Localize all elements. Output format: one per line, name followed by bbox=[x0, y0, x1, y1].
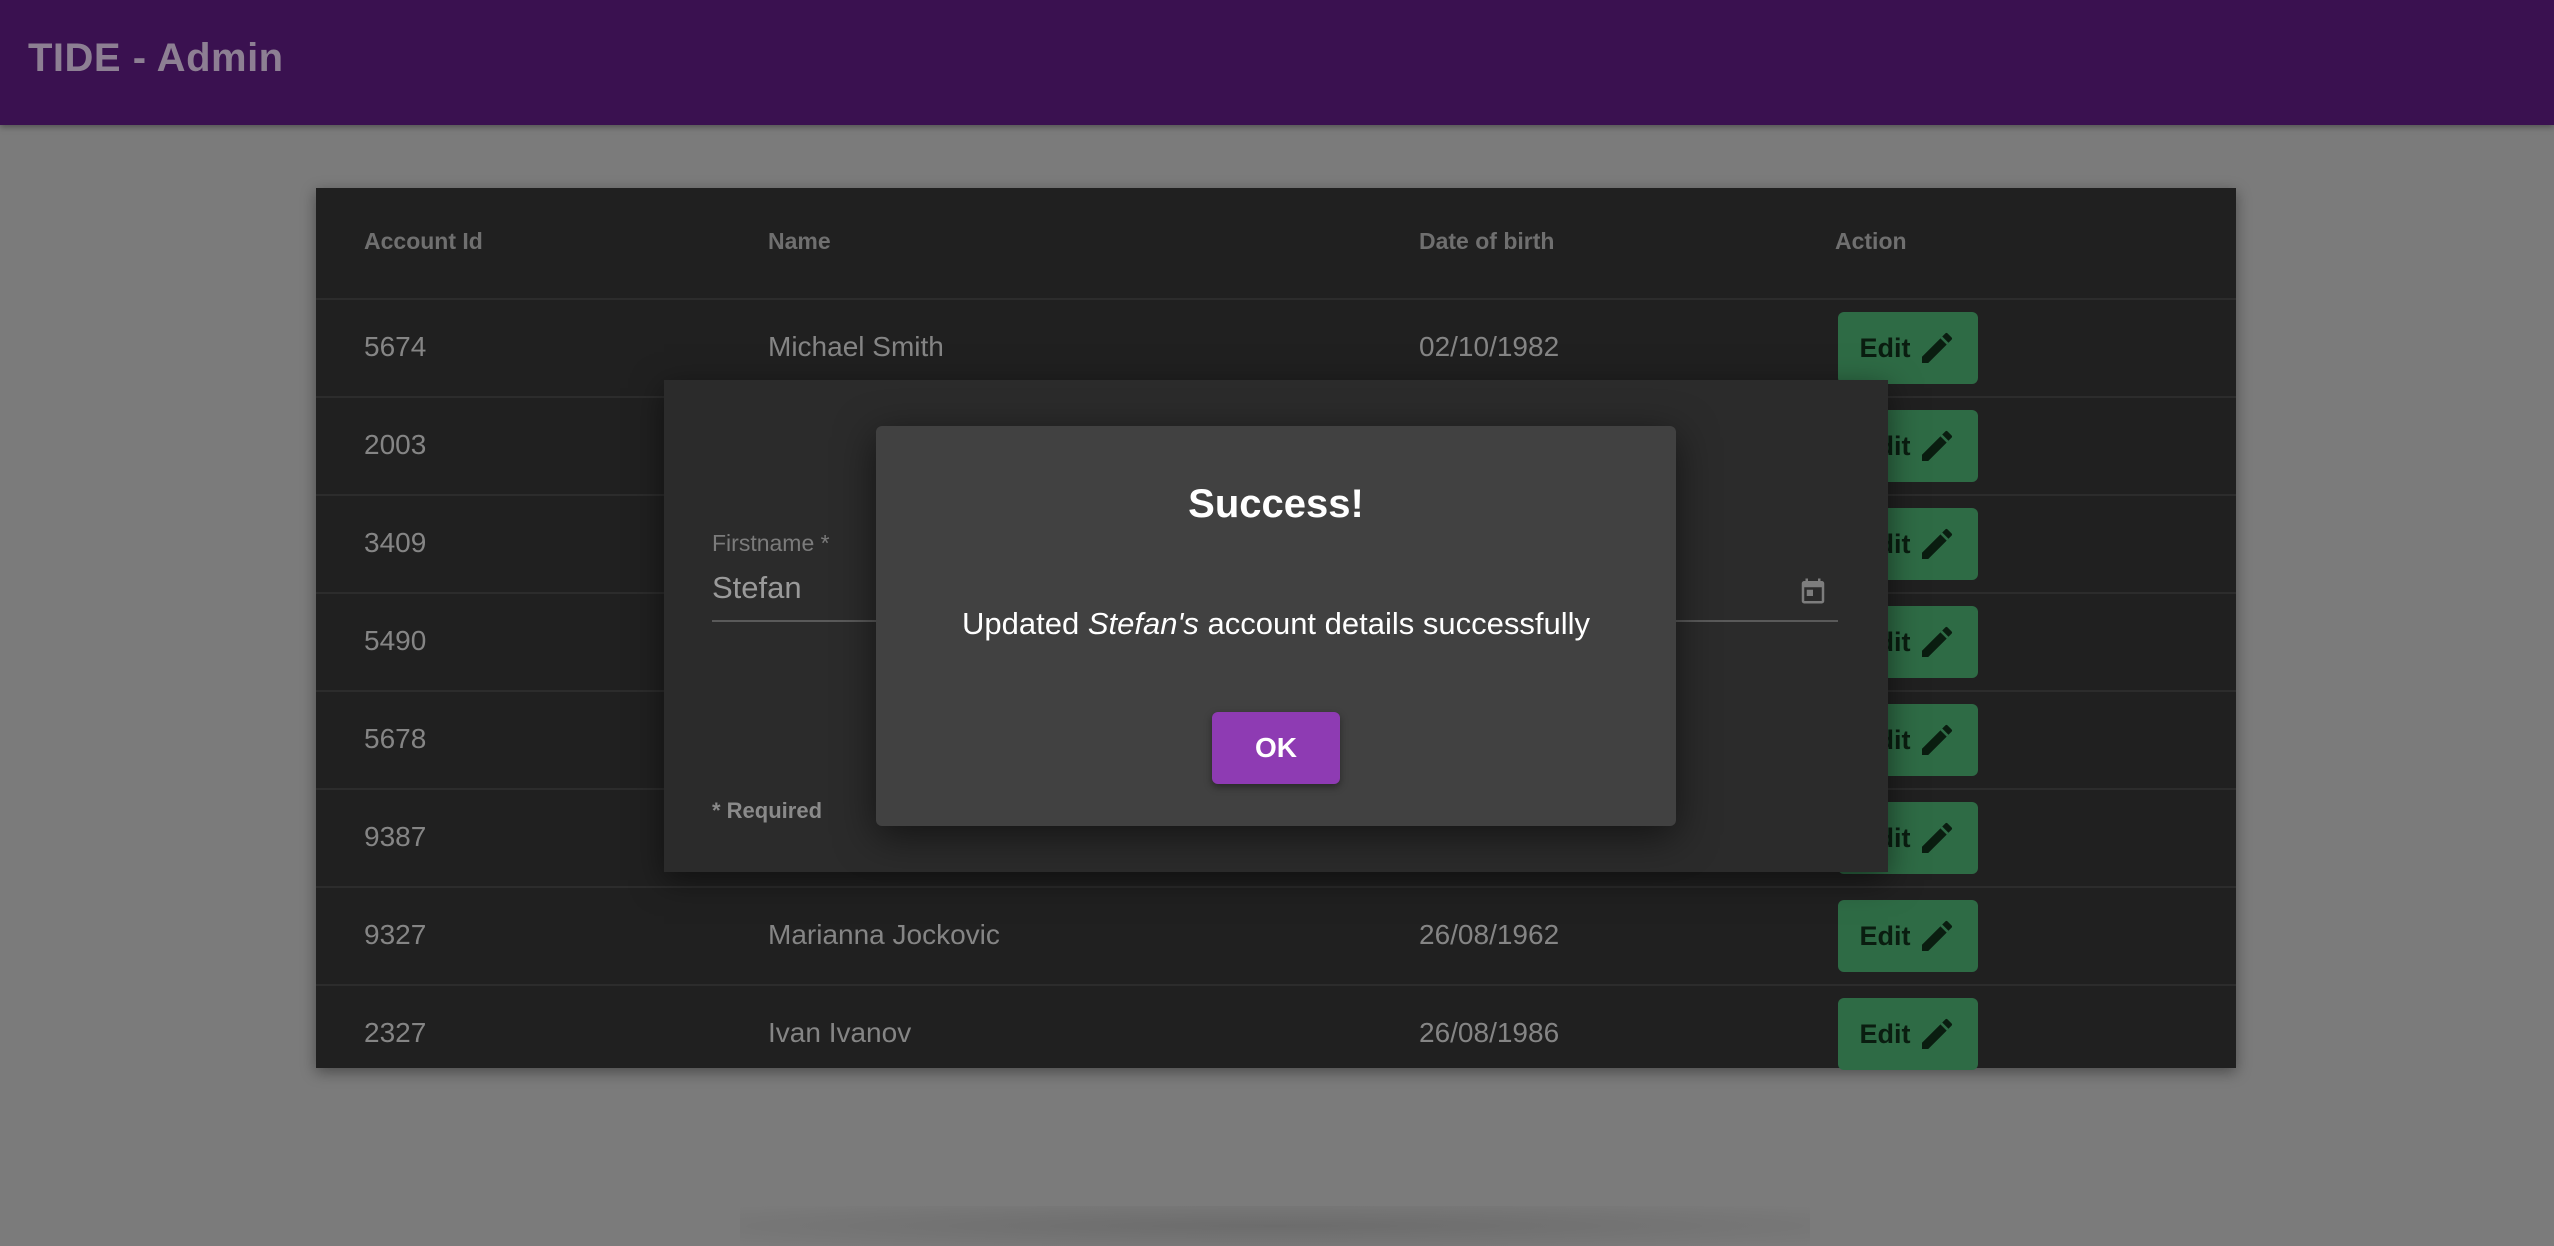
header-account-id: Account Id bbox=[364, 228, 483, 254]
ok-button[interactable]: OK bbox=[1212, 712, 1340, 784]
success-title: Success! bbox=[1188, 482, 1364, 526]
edit-button[interactable]: Edit bbox=[1838, 312, 1978, 384]
account-id-cell: 9327 bbox=[364, 919, 427, 950]
table-row: 9327 Marianna Jockovic 26/08/1962 Edit bbox=[316, 888, 2236, 986]
pencil-icon bbox=[1921, 1018, 1952, 1049]
name-cell: Ivan Ivanov bbox=[768, 1017, 912, 1048]
header-date-of-birth: Date of birth bbox=[1419, 228, 1555, 254]
table-row: 2327 Ivan Ivanov 26/08/1986 Edit bbox=[316, 986, 2236, 1082]
name-cell: Marianna Jockovic bbox=[768, 919, 1000, 950]
account-id-cell: 3409 bbox=[364, 527, 427, 558]
account-id-cell: 5490 bbox=[364, 625, 427, 656]
account-id-cell: 5678 bbox=[364, 723, 427, 754]
edit-button[interactable]: Edit bbox=[1838, 998, 1978, 1070]
pencil-icon bbox=[1921, 920, 1952, 951]
calendar-icon[interactable] bbox=[1798, 576, 1828, 606]
pencil-icon bbox=[1921, 332, 1952, 363]
account-id-cell: 2003 bbox=[364, 429, 427, 460]
edit-button[interactable]: Edit bbox=[1838, 900, 1978, 972]
table-header: Account Id Name Date of birth Action bbox=[316, 188, 2236, 300]
header-action: Action bbox=[1835, 228, 1907, 254]
success-message-prefix: Updated bbox=[961, 606, 1088, 641]
account-id-cell: 2327 bbox=[364, 1017, 427, 1048]
edit-button-label: Edit bbox=[1859, 920, 1911, 951]
account-id-cell: 5674 bbox=[364, 331, 427, 362]
name-cell: Michael Smith bbox=[768, 331, 944, 362]
success-message-suffix: account details successfully bbox=[1198, 606, 1590, 641]
success-dialog: Success! Updated Stefan's account detail… bbox=[876, 426, 1676, 826]
required-note: * Required bbox=[712, 798, 823, 823]
firstname-label: Firstname * bbox=[712, 530, 830, 556]
edit-button-label: Edit bbox=[1859, 332, 1911, 363]
account-id-cell: 9387 bbox=[364, 821, 427, 852]
app-title: TIDE - Admin bbox=[28, 36, 284, 80]
date-of-birth-cell: 02/10/1982 bbox=[1419, 331, 1560, 362]
pencil-icon bbox=[1921, 822, 1952, 853]
app-bar: TIDE - Admin bbox=[0, 0, 2554, 125]
pencil-icon bbox=[1921, 724, 1952, 755]
success-message-name: Stefan's bbox=[1087, 606, 1199, 641]
success-message: Updated Stefan's account details success… bbox=[876, 606, 1676, 642]
pencil-icon bbox=[1921, 528, 1952, 559]
decorative-shadow bbox=[740, 1206, 1810, 1246]
date-of-birth-cell: 26/08/1962 bbox=[1419, 919, 1560, 950]
date-of-birth-cell: 26/08/1986 bbox=[1419, 1017, 1560, 1048]
pencil-icon bbox=[1921, 430, 1952, 461]
pencil-icon bbox=[1921, 626, 1952, 657]
edit-button-label: Edit bbox=[1859, 1018, 1911, 1049]
header-name: Name bbox=[768, 228, 831, 254]
